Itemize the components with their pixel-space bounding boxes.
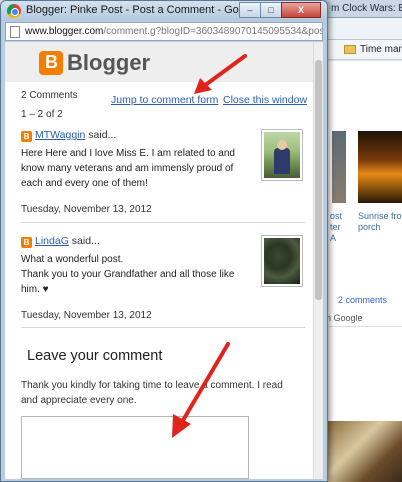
comment-date[interactable]: Tuesday, November 13, 2012 xyxy=(21,204,152,215)
comment-author-row: B MTWaggin said... xyxy=(21,129,116,142)
comment-said: said... xyxy=(88,129,117,141)
caption-line: ter xyxy=(330,222,341,232)
comment-divider xyxy=(21,222,305,223)
popup-scrollbar[interactable] xyxy=(313,42,323,479)
annotation-arrow-icon xyxy=(172,342,230,438)
caption-line: Sunrise fro xyxy=(358,211,402,221)
caption-line: A xyxy=(330,233,337,243)
window-controls: – □ X xyxy=(239,2,321,18)
comment-divider xyxy=(21,327,305,328)
comment-body: What a wonderful post. Thank you to your… xyxy=(21,254,235,295)
popup-titlebar[interactable]: Blogger: Pinke Post - Post a Comment - G… xyxy=(1,1,327,21)
background-comments-link[interactable]: 2 comments xyxy=(338,295,387,305)
avatar-image xyxy=(264,238,300,284)
comment-body: Here Here and I love Miss E. I am relate… xyxy=(21,148,235,189)
blogger-header: Blogger xyxy=(5,42,323,82)
blogger-wordmark[interactable]: Blogger xyxy=(67,50,150,76)
caption-line: ost xyxy=(330,211,343,221)
address-bar[interactable]: www.blogger.com/comment.g?blogID=3603489… xyxy=(5,22,323,41)
leave-comment-heading: Leave your comment xyxy=(27,348,163,364)
url-text[interactable]: www.blogger.com/comment.g?blogID=3603489… xyxy=(25,26,322,37)
commenter-avatar[interactable] xyxy=(261,235,303,287)
scrollbar-thumb[interactable] xyxy=(315,60,322,300)
url-path: /comment.g?blogID=3603489070145095534&po… xyxy=(103,26,322,37)
leave-comment-description: Thank you kindly for taking time to leav… xyxy=(21,380,283,406)
background-toolbar xyxy=(328,18,402,40)
comment-author-link[interactable]: MTWaggin xyxy=(35,129,85,141)
page-icon xyxy=(10,26,20,38)
comment-item: B LindaG said... What a wonderful post. T… xyxy=(21,235,305,325)
background-thumbnail-person[interactable] xyxy=(332,131,346,203)
bookmark-time-manage[interactable]: Time manage xyxy=(360,44,402,55)
background-thumbnail-sunrise[interactable] xyxy=(358,131,402,203)
background-tab-title: m Clock Wars: Ba xyxy=(331,3,402,14)
blogger-profile-icon: B xyxy=(21,237,32,248)
comment-item: B MTWaggin said... Here Here and I love M… xyxy=(21,129,305,219)
blogger-logo-icon[interactable] xyxy=(39,51,63,75)
background-caption-left: ost ter A xyxy=(330,211,342,244)
comment-date[interactable]: Tuesday, November 13, 2012 xyxy=(21,310,152,321)
bookmarks-bar: Time manage xyxy=(328,40,402,60)
caption-line: porch xyxy=(358,222,381,232)
comment-range: 1 – 2 of 2 xyxy=(21,109,63,120)
comment-author-row: B LindaG said... xyxy=(21,235,100,248)
background-photo xyxy=(328,421,402,482)
background-powered-by: n Google xyxy=(328,313,363,323)
comment-author-link[interactable]: LindaG xyxy=(35,235,69,247)
blogger-profile-icon: B xyxy=(21,131,32,142)
background-divider xyxy=(328,326,402,327)
background-caption-right[interactable]: Sunrise fro porch xyxy=(358,211,402,233)
chrome-icon xyxy=(7,4,21,18)
comments-count: 2 Comments xyxy=(21,90,78,101)
minimize-button[interactable]: – xyxy=(239,2,261,18)
close-window-button[interactable]: X xyxy=(281,2,321,18)
annotation-arrow-icon xyxy=(194,54,247,94)
comment-said: said... xyxy=(71,235,100,247)
commenter-avatar[interactable] xyxy=(261,129,303,181)
url-host: www.blogger.com xyxy=(25,26,104,37)
maximize-button[interactable]: □ xyxy=(260,2,282,18)
background-page: ost ter A Sunrise fro porch 2 comments n… xyxy=(328,61,402,482)
folder-icon xyxy=(344,45,356,54)
avatar-image xyxy=(264,132,300,178)
